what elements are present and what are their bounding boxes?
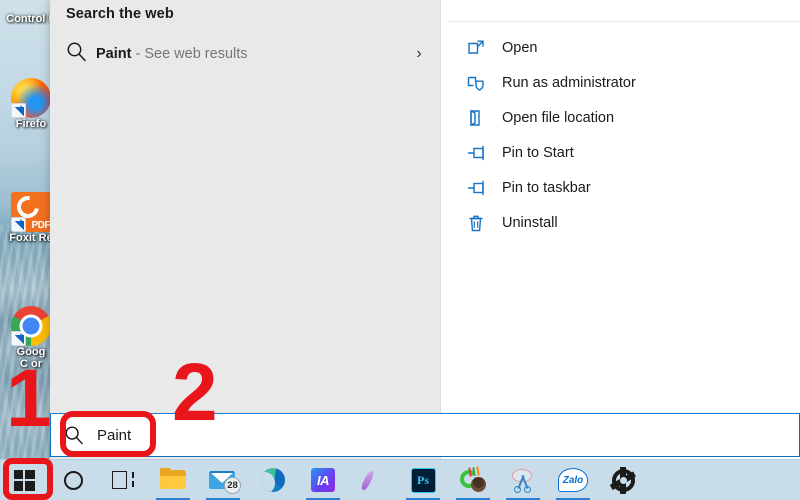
taskbar-item-quill-app[interactable]	[348, 460, 398, 500]
taskbar-item-messenger[interactable]	[448, 460, 498, 500]
section-header-search-the-web: Search the web	[66, 6, 174, 22]
shortcut-arrow-icon	[11, 103, 26, 118]
avatar-icon	[460, 466, 486, 492]
web-result-text: Paint - See web results	[96, 46, 408, 62]
foxit-reader-icon: PDF	[11, 192, 51, 232]
photoshop-icon: Ps	[410, 467, 436, 493]
pin-icon	[466, 143, 502, 163]
shortcut-arrow-icon	[11, 331, 26, 346]
web-result-query: Paint	[96, 46, 132, 62]
folder-icon	[160, 468, 186, 490]
annotation-step-1: 1	[6, 353, 52, 444]
taskbar-item-microsoft-edge[interactable]	[248, 460, 298, 500]
open-window-icon	[466, 38, 502, 58]
context-menu-label: Uninstall	[502, 214, 558, 231]
app-context-menu: Open Run as administrator Open file loca…	[440, 0, 800, 240]
divider	[448, 21, 800, 22]
context-menu-item-run-as-administrator[interactable]: Run as administrator	[440, 65, 800, 100]
search-icon	[66, 41, 96, 67]
zalo-icon: Zalo	[558, 468, 588, 492]
taskbar-search-box[interactable]: Paint	[50, 413, 800, 457]
trash-icon	[466, 213, 502, 233]
annotation-step-2: 2	[172, 347, 218, 438]
mail-icon: 28	[209, 469, 241, 494]
context-menu-item-uninstall[interactable]: Uninstall	[440, 205, 800, 240]
quill-icon	[360, 468, 386, 492]
context-menu-item-pin-to-taskbar[interactable]: Pin to taskbar	[440, 170, 800, 205]
google-chrome-icon	[11, 306, 51, 346]
shortcut-arrow-icon	[11, 217, 26, 232]
search-flyout: Search the web Paint - See web results ›	[50, 0, 800, 459]
taskbar-item-ia-app[interactable]: IA	[298, 460, 348, 500]
ia-icon: IA	[311, 468, 335, 492]
context-menu-label: Pin to Start	[502, 144, 574, 161]
context-menu-label: Run as administrator	[502, 74, 636, 91]
web-result-item[interactable]: Paint - See web results ›	[50, 34, 440, 74]
annotation-highlight-start-button	[3, 458, 53, 500]
taskbar-item-snipping-tool[interactable]	[498, 460, 548, 500]
context-menu-label: Open	[502, 39, 538, 56]
context-menu-item-pin-to-start[interactable]: Pin to Start	[440, 135, 800, 170]
task-view-icon	[112, 471, 134, 489]
annotation-highlight-search-box	[60, 411, 156, 457]
context-menu-pane: Open Run as administrator Open file loca…	[440, 0, 800, 459]
mail-badge-count: 28	[224, 477, 241, 494]
desktop-screen: Control P Firefo PDF Foxit Re Goog C or …	[0, 0, 800, 500]
task-view-button[interactable]	[98, 460, 148, 500]
cortana-circle-icon	[63, 470, 83, 490]
search-results-pane: Search the web Paint - See web results ›	[50, 0, 440, 459]
taskbar-item-settings[interactable]	[598, 460, 648, 500]
pin-icon	[466, 178, 502, 198]
context-menu-label: Open file location	[502, 109, 615, 126]
context-menu-item-open[interactable]: Open	[440, 30, 800, 65]
cortana-button[interactable]	[48, 460, 98, 500]
gear-icon	[609, 466, 637, 494]
chevron-right-icon[interactable]: ›	[408, 45, 430, 63]
firefox-icon	[11, 78, 51, 118]
taskbar: 28 IA Ps Zalo	[0, 459, 800, 500]
web-result-suffix: - See web results	[135, 46, 248, 62]
taskbar-item-file-explorer[interactable]	[148, 460, 198, 500]
scissors-icon	[510, 468, 536, 493]
shield-icon	[466, 73, 502, 93]
edge-icon	[261, 468, 285, 492]
context-menu-label: Pin to taskbar	[502, 179, 591, 196]
taskbar-item-mail[interactable]: 28	[198, 460, 248, 500]
control-panel-icon	[11, 4, 51, 44]
context-menu-item-open-file-location[interactable]: Open file location	[440, 100, 800, 135]
taskbar-item-zalo[interactable]: Zalo	[548, 460, 598, 500]
folder-open-icon	[466, 108, 502, 128]
taskbar-item-photoshop[interactable]: Ps	[398, 460, 448, 500]
